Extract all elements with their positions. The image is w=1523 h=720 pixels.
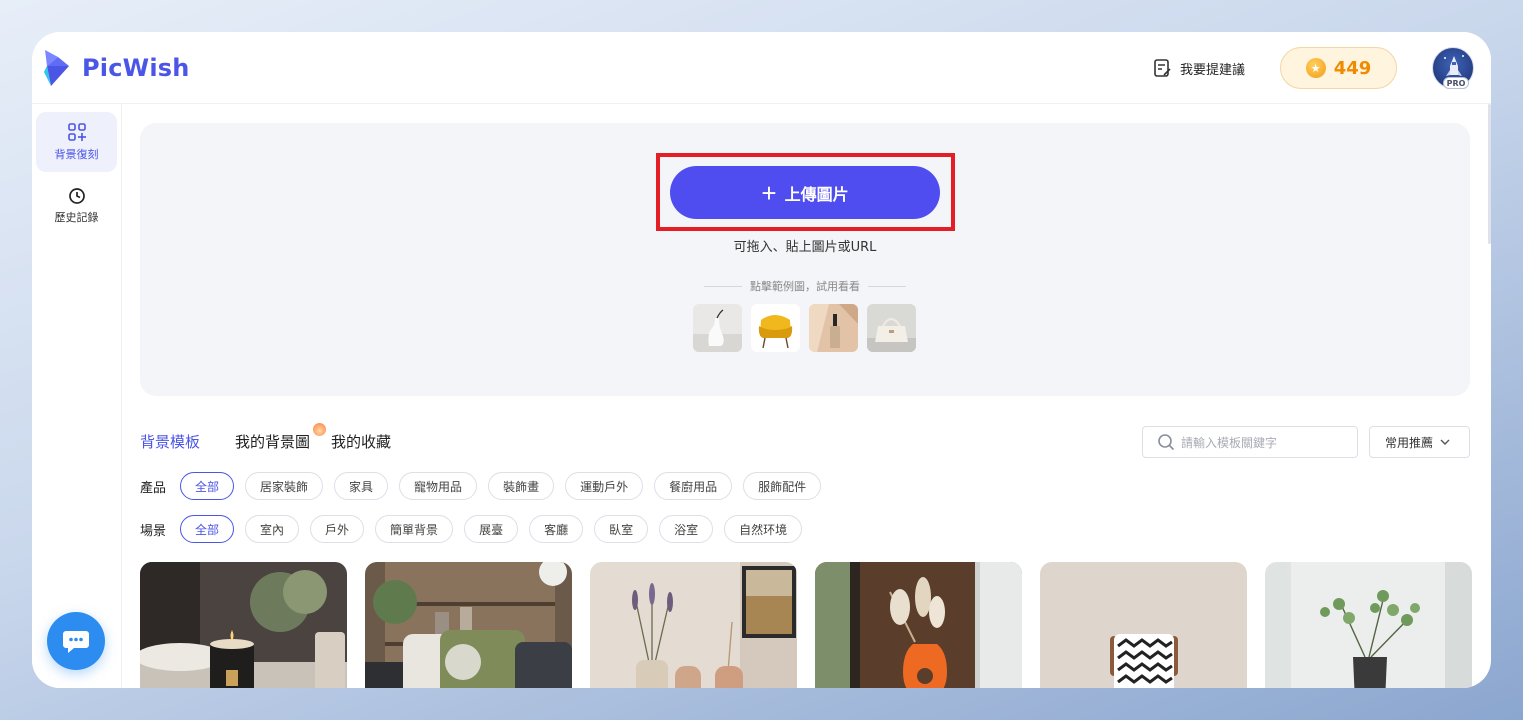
grid-plus-icon <box>67 123 86 141</box>
chip-scene-bathroom[interactable]: 浴室 <box>659 515 714 543</box>
filter-row-product: 產品 全部 居家裝飾 家具 寵物用品 裝飾畫 運動戶外 餐廚用品 服飾配件 <box>140 472 832 500</box>
chat-bubble-icon <box>63 631 89 653</box>
chip-scene-outdoor[interactable]: 戶外 <box>310 515 365 543</box>
pillow-shelf-template[interactable] <box>365 562 572 688</box>
sample-label: 點擊範例圖，試用看看 <box>690 278 920 294</box>
template-grid <box>140 562 1472 688</box>
chip-scene-nature[interactable]: 自然环境 <box>724 515 803 543</box>
main-content: + 上傳圖片 可拖入、貼上圖片或URL 點擊範例圖，試用看看 背景模板 我的背景… <box>123 104 1491 688</box>
app-name: PicWish <box>82 54 190 82</box>
chip-product-apparel[interactable]: 服飾配件 <box>743 472 822 500</box>
chip-scene-simple[interactable]: 簡單背景 <box>375 515 454 543</box>
chip-scene-living-room[interactable]: 客廳 <box>529 515 584 543</box>
chip-product-wall-art[interactable]: 裝飾畫 <box>488 472 555 500</box>
top-header: PicWish 我要提建議 ★ 449 PRO <box>32 32 1491 104</box>
upload-button-label: 上傳圖片 <box>784 186 849 204</box>
chip-scene-bedroom[interactable]: 臥室 <box>594 515 649 543</box>
chevron-down-icon <box>1440 439 1450 445</box>
handbag-sample[interactable] <box>867 304 916 352</box>
app-logo[interactable]: PicWish <box>42 48 190 88</box>
orange-vase-template[interactable] <box>815 562 1022 688</box>
pro-badge: PRO <box>1443 77 1469 89</box>
plus-icon: + <box>761 177 777 208</box>
tab-my-backgrounds[interactable]: 我的背景圖 <box>235 422 327 452</box>
filter-label-scene: 場景 <box>140 523 167 539</box>
chip-scene-indoor[interactable]: 室內 <box>245 515 300 543</box>
filter-label-product: 產品 <box>140 480 167 496</box>
chip-scene-stage[interactable]: 展臺 <box>464 515 519 543</box>
sort-dropdown[interactable]: 常用推薦 <box>1369 426 1470 458</box>
search-placeholder: 請輸入模板關鍵字 <box>1181 435 1278 450</box>
sidebar: 背景復刻 歷史記錄 <box>32 104 122 688</box>
tab-background-templates[interactable]: 背景模板 <box>140 431 200 452</box>
chip-product-pet[interactable]: 寵物用品 <box>399 472 478 500</box>
coin-icon: ★ <box>1305 58 1326 78</box>
sample-images <box>693 304 916 352</box>
chip-product-furniture[interactable]: 家具 <box>334 472 389 500</box>
chip-product-all[interactable]: 全部 <box>180 472 235 500</box>
page-scrollbar[interactable] <box>1488 104 1491 244</box>
upload-image-button[interactable]: + 上傳圖片 <box>670 166 940 219</box>
search-icon <box>1158 434 1175 451</box>
bottle-sample[interactable] <box>809 304 858 352</box>
coin-balance[interactable]: ★ 449 <box>1280 47 1397 89</box>
chat-support-button[interactable] <box>47 612 105 670</box>
sort-selected: 常用推薦 <box>1385 435 1434 450</box>
candle-template[interactable] <box>140 562 347 688</box>
lavender-vase-template[interactable] <box>590 562 797 688</box>
sidebar-item-label: 歷史記錄 <box>54 211 99 224</box>
upload-hint: 可拖入、貼上圖片或URL <box>733 240 877 255</box>
feedback-icon <box>1154 59 1171 77</box>
eucalyptus-template[interactable] <box>1265 562 1472 688</box>
coin-count: 449 <box>1333 57 1372 79</box>
picwish-logo-icon <box>42 48 72 88</box>
chip-scene-all[interactable]: 全部 <box>180 515 235 543</box>
chip-product-sports[interactable]: 運動戶外 <box>565 472 644 500</box>
vase-sample[interactable] <box>693 304 742 352</box>
template-search-input[interactable]: 請輸入模板關鍵字 <box>1142 426 1358 458</box>
filter-row-scene: 場景 全部 室內 戶外 簡單背景 展臺 客廳 臥室 浴室 自然环境 <box>140 515 813 543</box>
yellow-chair-sample[interactable] <box>751 304 800 352</box>
tab-my-favorites[interactable]: 我的收藏 <box>331 431 391 452</box>
feedback-label: 我要提建議 <box>1180 62 1246 78</box>
sidebar-item-label: 背景復刻 <box>54 148 99 161</box>
user-avatar[interactable]: PRO <box>1432 47 1474 89</box>
sidebar-item-background-remake[interactable]: 背景復刻 <box>36 112 117 172</box>
cushion-template[interactable] <box>1040 562 1247 688</box>
upload-panel[interactable]: + 上傳圖片 可拖入、貼上圖片或URL 點擊範例圖，試用看看 <box>140 123 1470 396</box>
clock-icon <box>68 188 85 204</box>
chip-product-kitchen[interactable]: 餐廚用品 <box>654 472 733 500</box>
feedback-button[interactable]: 我要提建議 <box>1152 56 1245 80</box>
chip-product-home-decor[interactable]: 居家裝飾 <box>245 472 324 500</box>
hot-badge-icon <box>313 422 327 436</box>
app-window: PicWish 我要提建議 ★ 449 PRO 背景復刻 歷史記錄 + 上傳圖片… <box>32 32 1491 688</box>
sidebar-item-history[interactable]: 歷史記錄 <box>36 176 117 236</box>
template-tabs: 背景模板 我的背景圖 我的收藏 <box>140 422 411 456</box>
